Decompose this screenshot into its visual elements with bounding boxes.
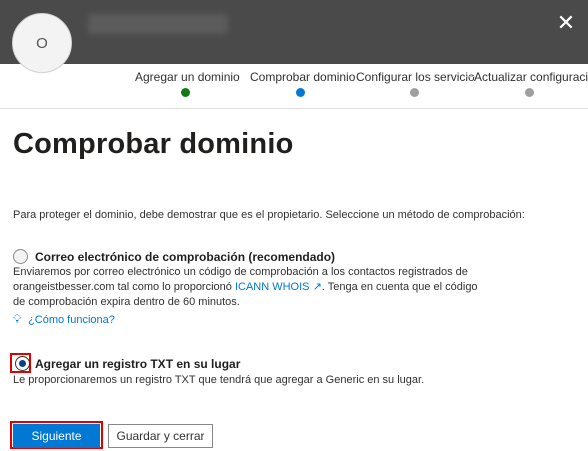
step-current-dot (296, 88, 305, 97)
intro-text: Para proteger el dominio, debe demostrar… (13, 209, 525, 221)
steps-divider (0, 108, 588, 109)
step-label: Agregar un dominio (135, 70, 240, 84)
step-done-dot (181, 88, 190, 97)
header-bar: O ✕ (0, 0, 588, 73)
step-label: Actualizar configuraci (474, 70, 588, 84)
txt-option-description: Le proporcionaremos un registro TXT que … (13, 374, 425, 386)
how-it-works-link[interactable]: 💡︎ ¿Cómo funciona? (13, 312, 115, 327)
next-button[interactable]: Siguiente (13, 424, 100, 448)
step-label: Comprobar dominio (250, 70, 356, 84)
txt-option-title: Agregar un registro TXT en su lugar (35, 357, 241, 371)
email-option-title: Correo electrónico de comprobación (reco… (35, 250, 336, 264)
avatar-initial: O (36, 34, 48, 52)
step-comprobar-dominio: Comprobar dominio (250, 70, 356, 84)
close-icon[interactable]: ✕ (554, 12, 578, 36)
step-agregar-dominio: Agregar un dominio (135, 70, 240, 84)
step-connector (466, 76, 474, 77)
progress-steps: Agregar un dominio Comprobar dominio Con… (0, 64, 588, 104)
txt-radio[interactable] (15, 356, 30, 371)
step-todo-dot (410, 88, 419, 97)
option-email-verification[interactable]: Correo electrónico de comprobación (reco… (13, 249, 573, 309)
icann-whois-link[interactable]: ICANN WHOIS (235, 281, 310, 293)
blurred-account-name (88, 14, 228, 34)
email-option-description: Enviaremos por correo electrónico un cód… (13, 265, 483, 310)
step-todo-dot (525, 88, 534, 97)
step-actualizar-configuracion: Actualizar configuraci (474, 70, 588, 84)
step-label: Configurar los servicio (356, 70, 475, 84)
lightbulb-icon: 💡︎ (13, 312, 22, 326)
external-link-icon: ↗ (312, 281, 322, 293)
email-radio[interactable] (13, 249, 28, 264)
how-it-works-label: ¿Cómo funciona? (28, 314, 115, 326)
option-txt-record[interactable]: Agregar un registro TXT en su lugar Le p… (13, 356, 573, 386)
page-title: Comprobar dominio (13, 128, 294, 160)
save-and-close-button[interactable]: Guardar y cerrar (108, 424, 213, 448)
step-configurar-servicios: Configurar los servicio (356, 70, 475, 84)
